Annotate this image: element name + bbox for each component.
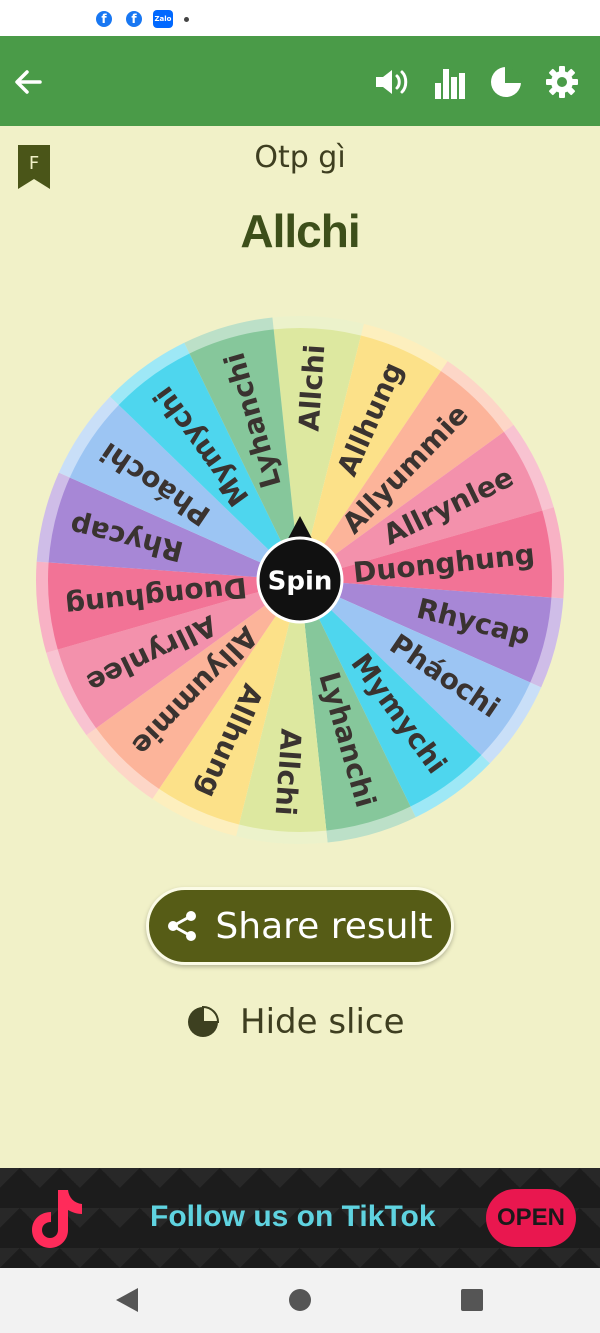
spin-result: Allchi xyxy=(240,205,360,257)
zalo-icon: Zalo xyxy=(153,10,173,28)
hide-slice-button[interactable]: Hide slice xyxy=(186,1000,405,1044)
back-triangle-icon[interactable] xyxy=(114,1286,140,1314)
home-circle-icon[interactable] xyxy=(287,1287,313,1313)
ad-open-button[interactable]: OPEN xyxy=(486,1189,576,1247)
ad-text: Follow us on TikTok xyxy=(150,1200,436,1233)
back-arrow-icon[interactable] xyxy=(4,58,52,106)
ad-banner[interactable]: Follow us on TikTok OPEN xyxy=(0,1168,600,1268)
pie-slice-icon xyxy=(188,1005,220,1037)
stats-icon[interactable] xyxy=(426,58,474,106)
facebook-icon: f xyxy=(96,11,112,27)
settings-icon[interactable] xyxy=(538,58,586,106)
spin-wheel[interactable]: Allchi Allhung Allyummie Allrynlee Duonghung… xyxy=(30,310,570,850)
share-icon xyxy=(168,911,197,941)
tiktok-icon xyxy=(32,1190,82,1248)
recents-square-icon[interactable] xyxy=(460,1288,484,1312)
facebook-icon: f xyxy=(126,11,142,27)
status-bar: f f Zalo xyxy=(0,0,600,36)
wheel-slice-label: Allchi xyxy=(269,728,308,817)
app-bar xyxy=(0,36,600,126)
pie-chart-icon[interactable] xyxy=(482,58,530,106)
share-result-button[interactable]: Share result xyxy=(146,887,454,965)
system-nav-bar xyxy=(0,1268,600,1333)
wheel-slice-label: Allchi xyxy=(292,343,331,432)
wheel-title: Otp gì xyxy=(254,140,346,175)
volume-icon[interactable] xyxy=(368,58,416,106)
spin-button-label: Spin xyxy=(268,567,333,597)
more-dot-icon xyxy=(184,17,189,22)
hide-slice-label: Hide slice xyxy=(240,1002,405,1042)
share-result-label: Share result xyxy=(215,905,433,947)
